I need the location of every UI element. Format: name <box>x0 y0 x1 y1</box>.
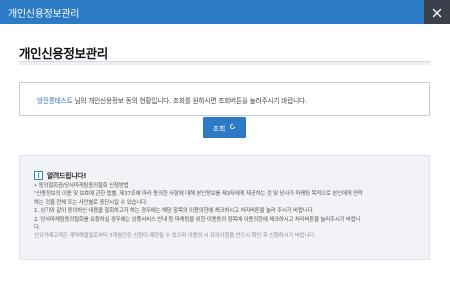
notice-line: 다. <box>34 225 41 232</box>
notice-heading: 알려드립니다! <box>47 171 87 180</box>
notice-line: 1. 상기와 같이 동의하신 내용을 철회하고자 하는 경우에는 해당 항목의 … <box>34 208 314 215</box>
close-button[interactable] <box>424 0 450 24</box>
title-divider <box>19 61 430 65</box>
query-button[interactable]: 조회 <box>203 117 246 138</box>
window-titlebar: 개인신용정보관리 <box>0 0 450 24</box>
notice-body: • 동의철회권/당사마케팅동의철회 신청방법 "신용정보의 이용 및 보호에 관… <box>34 182 426 241</box>
notice-line: • 동의철회권/당사마케팅동의철회 신청방법 <box>34 183 129 189</box>
notice-line: 2. 당사마케팅동의철회를 요청하실 경우에는 상품서비스 안내 등 마케팅을 … <box>34 216 361 223</box>
notice-line: 신규거래고객은 계약해결일로부터 3개월간은 신청이 제한될 수 있으며 이용의… <box>34 233 316 240</box>
user-name: 방진롱테스트 <box>37 97 73 105</box>
window-title: 개인신용정보관리 <box>8 9 80 20</box>
consent-status-message: 방진롱테스트 님의 개인신용정보 동의 현황입니다. 조회를 원하시면 조회버튼… <box>37 95 307 105</box>
close-icon <box>432 3 442 22</box>
notice-line: 하는 것을 전체 또는 사안별로 중단시킬 수 있습니다. <box>34 199 148 206</box>
circle-arrow-icon <box>229 123 236 132</box>
status-text: 님의 개인신용정보 동의 현황입니다. 조회를 원하시면 조회버튼을 눌러주시기… <box>72 97 307 105</box>
query-button-label: 조회 <box>212 124 226 133</box>
page-title: 개인신용정보관리 <box>19 46 108 61</box>
notice-line: "신용정보의 이용 및 보호에 관한 법률, 제37조에 따라 동의한 사항에 … <box>34 191 363 198</box>
notice-panel: 알려드립니다! • 동의철회권/당사마케팅동의철회 신청방법 "신용정보의 이용… <box>19 155 430 260</box>
consent-status-box: 방진롱테스트 님의 개인신용정보 동의 현황입니다. 조회를 원하시면 조회버튼… <box>19 82 430 116</box>
